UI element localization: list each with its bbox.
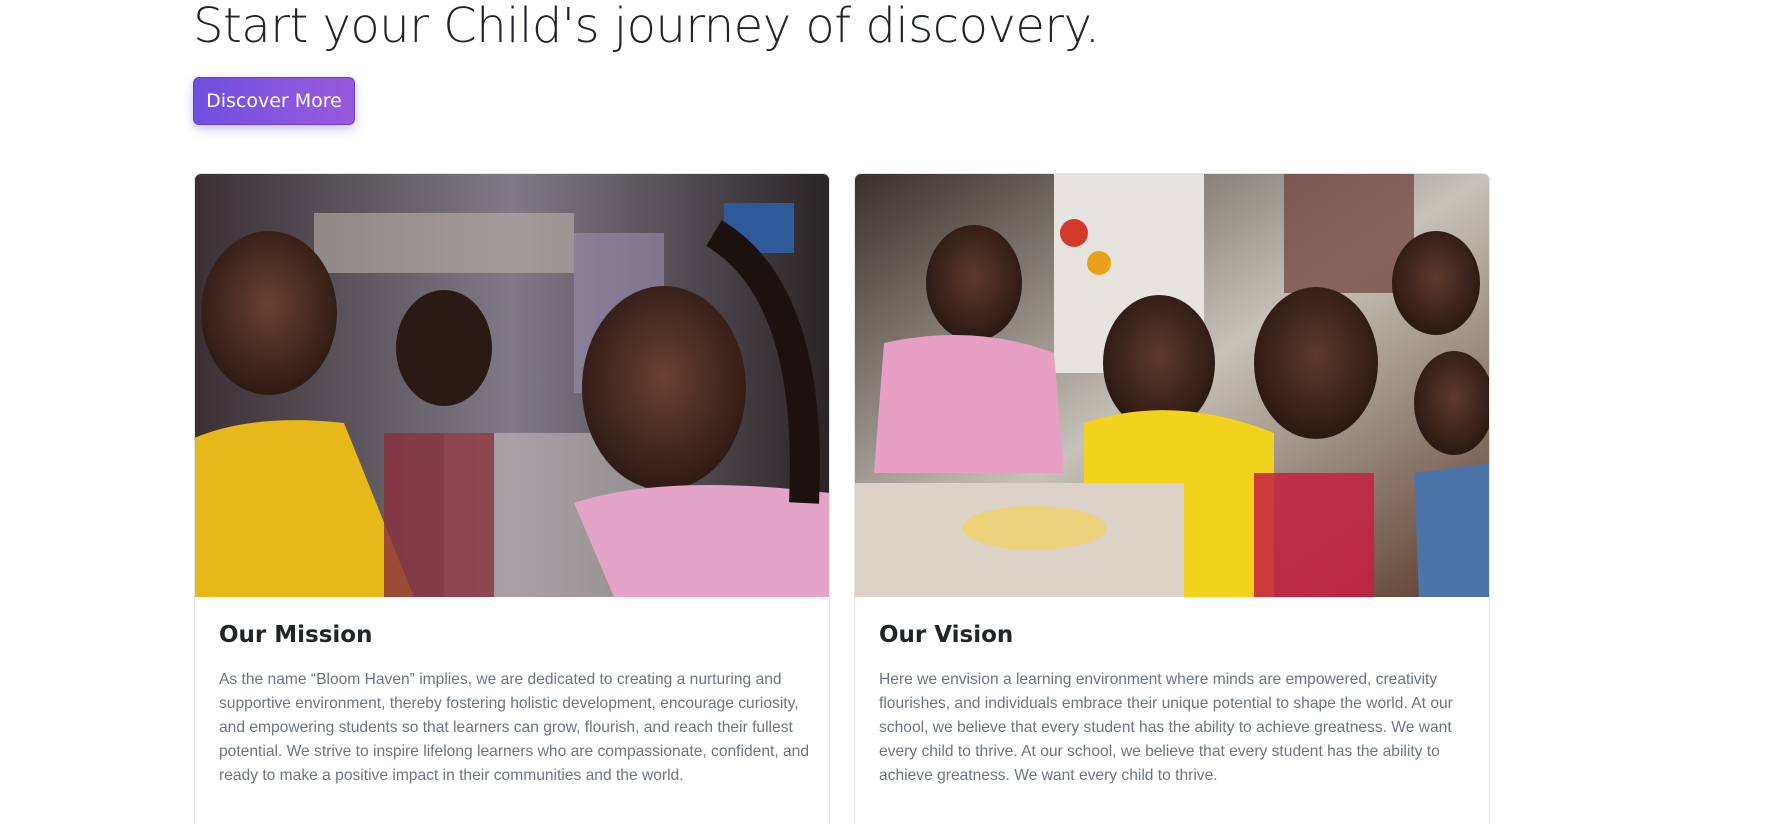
mission-card: Our Mission As the name “Bloom Haven” im… (194, 173, 830, 824)
vision-photo (855, 174, 1489, 597)
vision-title: Our Vision (879, 622, 1014, 648)
hero-title: Start your Child's journey of discovery. (193, 0, 1100, 54)
discover-more-button[interactable]: Discover More (193, 77, 355, 125)
mission-text: As the name “Bloom Haven” implies, we ar… (219, 671, 810, 784)
vision-card: Our Vision Here we envision a learning e… (854, 173, 1490, 824)
mission-title: Our Mission (219, 622, 373, 648)
mission-photo (195, 174, 829, 597)
page: Start your Child's journey of discovery.… (0, 0, 1773, 824)
vision-text: Here we envision a learning environment … (879, 671, 1453, 784)
